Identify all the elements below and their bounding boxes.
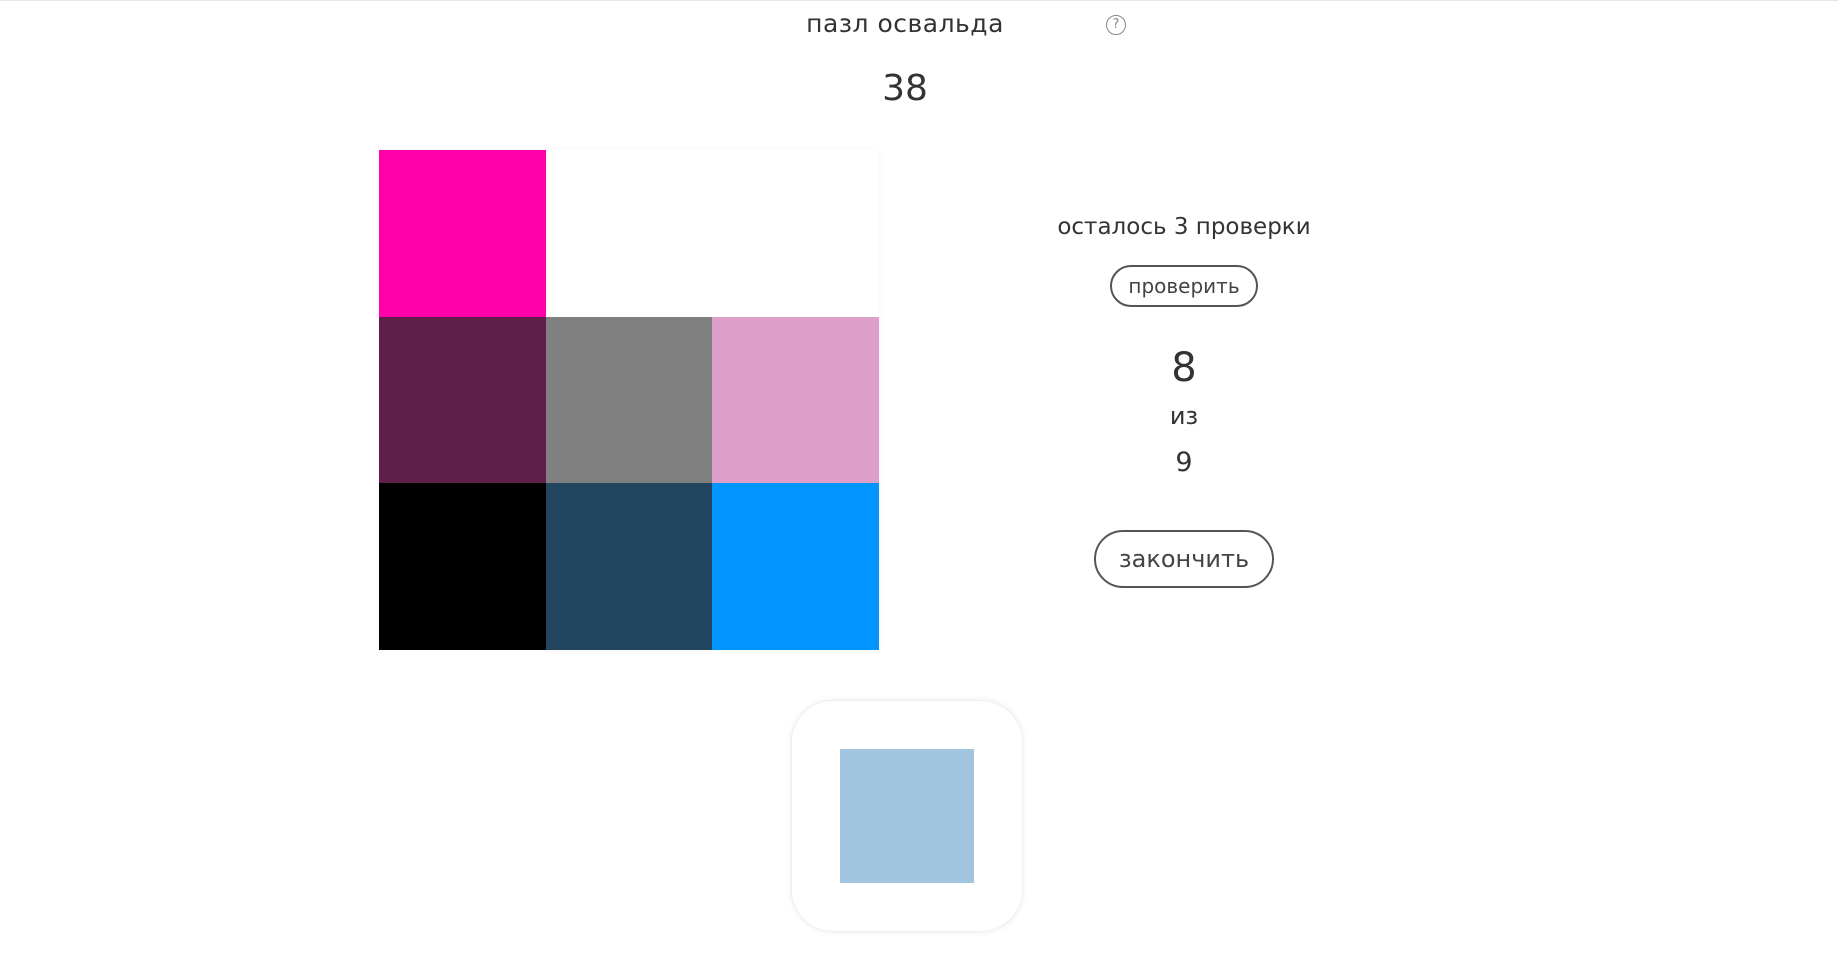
finish-button[interactable]: закончить bbox=[1094, 530, 1274, 588]
current-color-swatch[interactable] bbox=[840, 749, 974, 883]
help-icon[interactable]: ? bbox=[1106, 15, 1126, 35]
checks-remaining-text: осталось 3 проверки bbox=[1057, 214, 1311, 240]
current-swatch-card bbox=[791, 700, 1023, 932]
grid-cell[interactable] bbox=[379, 483, 546, 650]
page-title: пазл освальда bbox=[806, 9, 1004, 38]
grid-cell[interactable] bbox=[379, 316, 546, 484]
grid-cell[interactable] bbox=[712, 150, 879, 317]
top-divider bbox=[0, 0, 1838, 1]
grid-cell[interactable] bbox=[545, 150, 713, 317]
grid-cell[interactable] bbox=[712, 483, 879, 650]
score-value: 8 bbox=[1171, 345, 1197, 391]
move-counter: 38 bbox=[882, 68, 928, 109]
score-total: 9 bbox=[1175, 447, 1193, 478]
grid-cell[interactable] bbox=[545, 316, 713, 484]
grid-cell[interactable] bbox=[545, 483, 713, 650]
check-button[interactable]: проверить bbox=[1110, 265, 1258, 307]
color-grid bbox=[379, 150, 879, 650]
grid-cell[interactable] bbox=[712, 316, 879, 484]
score-of-label: из bbox=[1169, 402, 1199, 430]
grid-cell[interactable] bbox=[379, 150, 546, 317]
